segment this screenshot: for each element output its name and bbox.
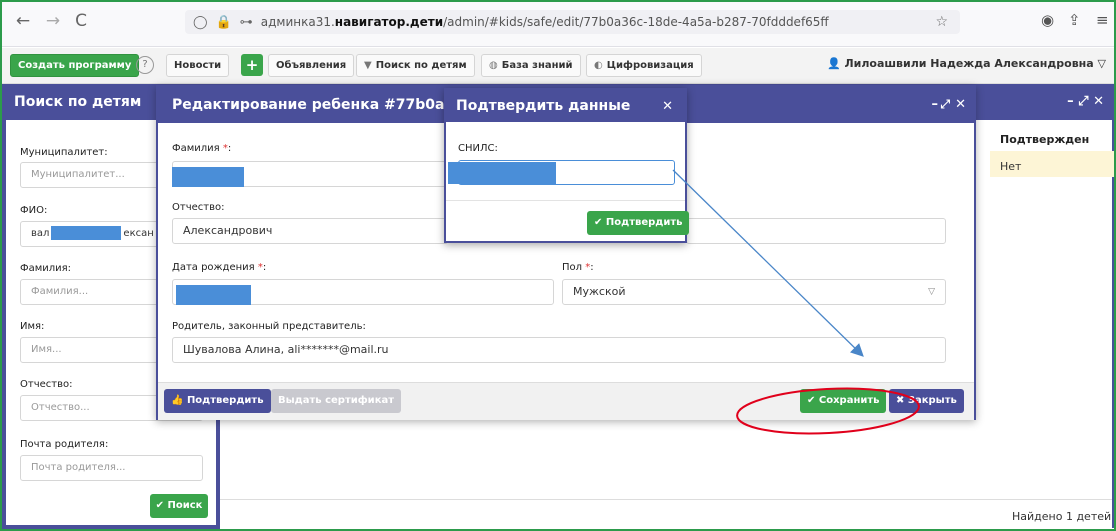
issue-certificate-button[interactable]: Выдать сертификат — [271, 389, 402, 413]
divider — [220, 499, 1112, 500]
search-button-label: Поиск — [167, 500, 203, 511]
required-mark: * — [585, 262, 591, 273]
redaction — [51, 226, 122, 240]
gender-select[interactable]: Мужской ▽ — [562, 279, 946, 305]
knowledge-base-label: База знаний — [501, 60, 573, 71]
confirm-dialog-title: Подтвердить данные — [446, 90, 685, 122]
share-icon[interactable]: ⇪ — [1068, 11, 1081, 29]
surname-field-label: Фамилия *: — [172, 143, 232, 154]
parent-label: Родитель, законный представитель: — [172, 321, 366, 332]
bookmark-star-icon[interactable]: ☆ — [935, 10, 948, 34]
permissions-icon[interactable]: ⊶ — [240, 15, 253, 30]
required-mark: * — [257, 262, 263, 273]
check-icon: ✔ — [155, 500, 164, 511]
url-path: /admin/#kids/safe/edit/77b0a36c-18de-4a5… — [443, 15, 829, 29]
parent-email-label: Почта родителя: — [20, 439, 109, 450]
right-column-field[interactable] — [686, 218, 946, 244]
check-icon: ✔ — [807, 395, 819, 406]
column-header-confirmed[interactable]: Подтвержден — [1000, 133, 1089, 146]
account-icon[interactable]: ◉ — [1041, 11, 1054, 29]
app-toolbar: Создать программу ? Новости + Объявления… — [0, 48, 1116, 84]
url-prefix: админка31. — [260, 15, 335, 29]
gender-label: Пол *: — [562, 262, 594, 273]
redaction — [448, 162, 556, 184]
digitalization-label: Цифровизация — [606, 60, 694, 71]
save-button[interactable]: ✔ Сохранить — [800, 389, 887, 413]
search-children-button[interactable]: ▼ Поиск по детям — [356, 54, 475, 77]
chevron-down-icon: ▽ — [928, 287, 935, 297]
patronymic-label: Отчество: — [20, 379, 73, 390]
close-icon: ✖ — [896, 395, 908, 406]
patronymic-field[interactable]: Александрович — [172, 218, 448, 244]
confirm-data-dialog: Подтвердить данные ✕ СНИЛС: ✔ Подтвердит… — [444, 88, 690, 243]
surname-label: Фамилия: — [20, 263, 72, 274]
reload-icon[interactable]: C — [70, 10, 92, 32]
user-name: Лилоашвили Надежда Александровна — [844, 57, 1094, 70]
municipality-label: Муниципалитет: — [20, 147, 108, 158]
redaction — [176, 285, 251, 305]
confirm-snils-button[interactable]: ✔ Подтвердить — [587, 211, 690, 235]
user-icon: 👤 — [826, 57, 845, 70]
birthdate-text: Дата рождения — [172, 262, 255, 273]
filter-icon: ▼ — [364, 60, 372, 71]
close-icon[interactable]: ✕ — [662, 99, 673, 114]
forward-icon[interactable]: → — [42, 10, 64, 32]
save-button-label: Сохранить — [818, 395, 880, 406]
patronymic-field-label: Отчество: — [172, 202, 225, 213]
digitalization-icon: ◐ — [594, 60, 603, 71]
shield-icon: ◯ — [193, 15, 208, 30]
window-controls-icon[interactable]: – ⤢ ✕ — [1067, 94, 1104, 109]
confirm-snils-label: Подтвердить — [605, 217, 683, 228]
help-icon[interactable]: ? — [136, 56, 154, 74]
thumbs-up-icon: 👍 — [171, 395, 187, 406]
parent-email-input[interactable]: Почта родителя... — [20, 455, 203, 481]
fio-value-end: ексан — [123, 228, 154, 239]
close-button[interactable]: ✖ Закрыть — [889, 389, 964, 413]
digitalization-button[interactable]: ◐ Цифровизация — [586, 54, 702, 77]
close-button-label: Закрыть — [907, 395, 957, 406]
minimize-icon[interactable]: – — [932, 97, 939, 112]
address-bar[interactable]: ◯ 🔒 ⊶ админка31.навигатор.дети/admin/#kids/… — [185, 10, 960, 34]
surname-field-text: Фамилия — [172, 143, 220, 154]
found-count: Найдено 1 детей — [1012, 510, 1112, 523]
maximize-icon[interactable]: ⤢ — [940, 97, 950, 112]
modal-footer: 👍 Подтвердить Выдать сертификат ✔ Сохран… — [158, 382, 974, 420]
close-icon[interactable]: ✕ — [955, 97, 966, 112]
browser-toolbar: ← → C ◯ 🔒 ⊶ админка31.навигатор.дети/admin/… — [0, 0, 1116, 47]
birthdate-label: Дата рождения *: — [172, 262, 267, 273]
cell-confirmed: Нет — [1000, 160, 1022, 173]
add-button[interactable]: + — [241, 54, 263, 76]
redaction — [172, 167, 244, 187]
confirm-button-label: Подтвердить — [186, 395, 264, 406]
url-domain: навигатор.дети — [334, 15, 444, 29]
name-label: Имя: — [20, 321, 45, 332]
gender-value: Мужской — [573, 285, 626, 298]
confirm-button[interactable]: 👍 Подтвердить — [164, 389, 271, 413]
search-button[interactable]: ✔ Поиск — [150, 494, 208, 518]
parent-field[interactable]: Шувалова Алина, ali*******@mail.ru — [172, 337, 946, 363]
create-program-button[interactable]: Создать программу — [10, 54, 140, 77]
knowledge-icon: ◍ — [489, 60, 498, 71]
fio-value-start: вал — [31, 228, 50, 239]
announcements-button[interactable]: Объявления — [268, 54, 355, 77]
back-icon[interactable]: ← — [12, 10, 34, 32]
snils-label: СНИЛС: — [458, 143, 498, 154]
menu-icon[interactable]: ≡ — [1096, 11, 1109, 29]
search-children-label: Поиск по детям — [375, 60, 467, 71]
gender-text: Пол — [562, 262, 583, 273]
divider — [446, 200, 685, 201]
required-mark: * — [222, 143, 228, 154]
lock-icon: 🔒 — [215, 15, 232, 30]
user-menu[interactable]: 👤 Лилоашвили Надежда Александровна ▽ — [827, 57, 1106, 70]
fio-label: ФИО: — [20, 205, 48, 216]
news-button[interactable]: Новости — [166, 54, 230, 77]
check-icon: ✔ — [594, 217, 606, 228]
knowledge-base-button[interactable]: ◍ База знаний — [481, 54, 581, 77]
chevron-down-icon: ▽ — [1093, 57, 1106, 70]
